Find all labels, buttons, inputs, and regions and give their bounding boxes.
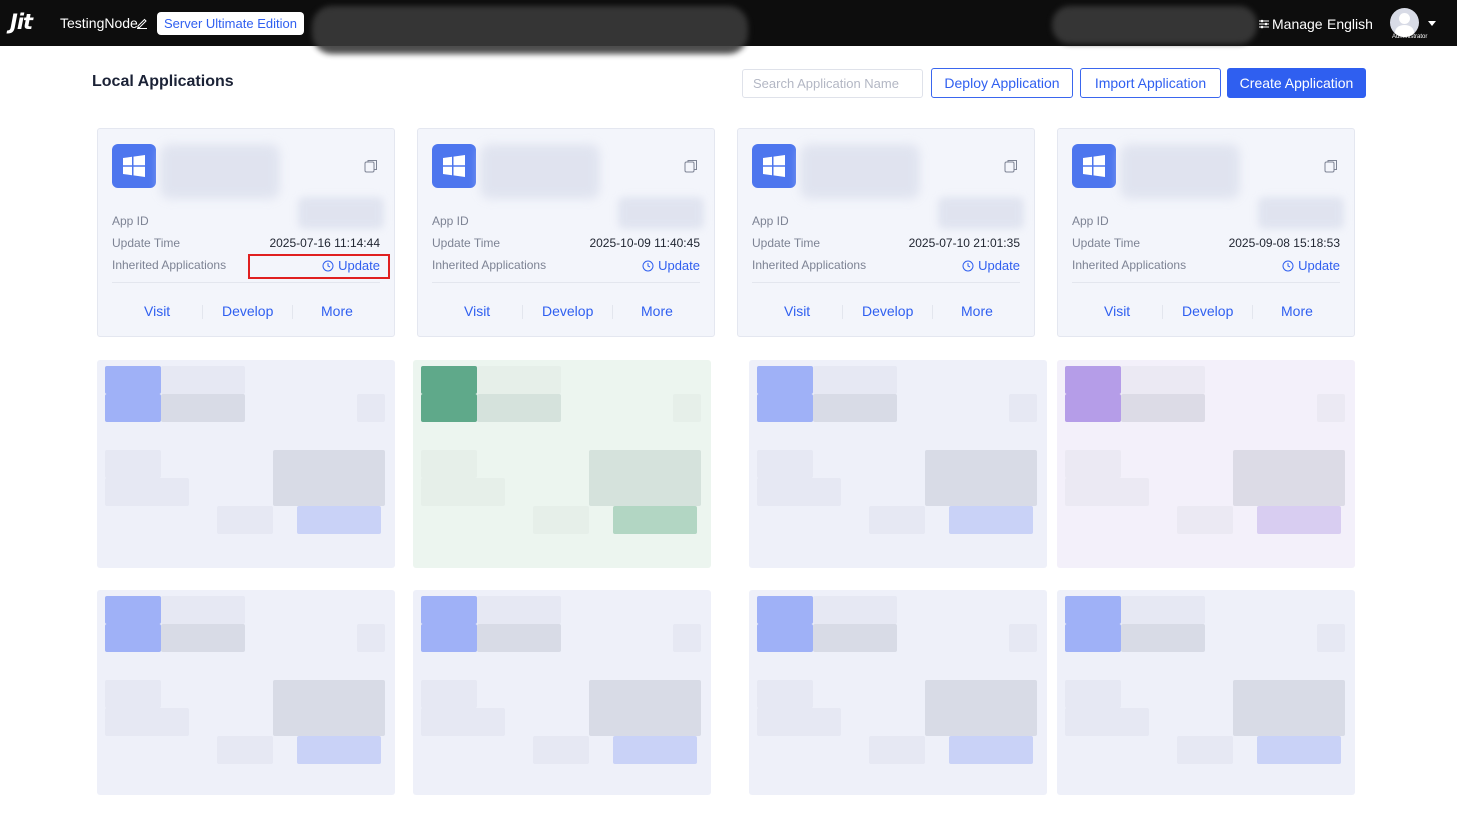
language-switch[interactable]: English <box>1327 16 1373 32</box>
redacted-app-card <box>749 590 1047 795</box>
update-time-value: 2025-09-08 15:18:53 <box>1228 236 1340 250</box>
update-time-label: Update Time <box>112 236 181 250</box>
app-id-label: App ID <box>752 214 789 228</box>
edit-icon[interactable] <box>136 16 148 29</box>
redacted-app-name <box>480 144 600 199</box>
search-input[interactable] <box>742 69 923 98</box>
import-application-button[interactable]: Import Application <box>1080 68 1221 98</box>
windows-icon <box>1072 144 1116 188</box>
inherited-applications-label: Inherited Applications <box>1072 258 1187 272</box>
redacted-app-id <box>1258 197 1344 229</box>
update-time-value: 2025-07-10 21:01:35 <box>908 236 1020 250</box>
clock-icon <box>642 260 654 271</box>
page-title: Local Applications <box>92 73 234 90</box>
app-card: App ID Update Time 2025-07-16 11:14:44 I… <box>97 128 395 337</box>
redacted-app-card <box>1057 590 1355 795</box>
redacted-app-name <box>160 144 280 199</box>
update-time-label: Update Time <box>432 236 501 250</box>
windows-icon <box>432 144 476 188</box>
jit-logo[interactable]: Jit <box>10 10 33 34</box>
clock-icon <box>1282 260 1294 271</box>
copy-icon[interactable] <box>1324 159 1338 173</box>
divider <box>1162 305 1163 319</box>
copy-icon[interactable] <box>1004 159 1018 173</box>
more-button[interactable]: More <box>321 303 353 319</box>
app-card: App ID Update Time 2025-09-08 15:18:53 I… <box>1057 128 1355 337</box>
develop-button[interactable]: Develop <box>542 303 593 319</box>
divider <box>612 305 613 319</box>
visit-button[interactable]: Visit <box>144 303 170 319</box>
top-navigation-bar: Jit TestingNode Server Ultimate Edition … <box>0 0 1457 54</box>
redacted-app-card <box>413 360 711 568</box>
update-link[interactable]: Update <box>642 258 700 273</box>
app-card: App ID Update Time 2025-07-10 21:01:35 I… <box>737 128 1035 337</box>
redacted-app-card <box>97 590 395 795</box>
redacted-app-name <box>800 144 920 199</box>
inherited-applications-label: Inherited Applications <box>432 258 547 272</box>
divider <box>1072 282 1340 283</box>
windows-icon <box>112 144 156 188</box>
create-application-button[interactable]: Create Application <box>1227 68 1366 98</box>
develop-button[interactable]: Develop <box>1182 303 1233 319</box>
visit-button[interactable]: Visit <box>1104 303 1130 319</box>
redacted-app-card <box>749 360 1047 568</box>
settings-sliders-icon <box>1259 19 1269 29</box>
redacted-app-card <box>1057 360 1355 568</box>
copy-icon[interactable] <box>364 159 378 173</box>
divider <box>522 305 523 319</box>
visit-button[interactable]: Visit <box>784 303 810 319</box>
deploy-application-button[interactable]: Deploy Application <box>931 68 1073 98</box>
redacted-app-id <box>938 197 1024 229</box>
highlight-box <box>248 254 390 279</box>
windows-icon <box>752 144 796 188</box>
redacted-app-card <box>97 360 395 568</box>
chevron-down-icon[interactable] <box>1428 21 1436 26</box>
redacted-app-card <box>413 590 711 795</box>
avatar[interactable] <box>1390 8 1419 37</box>
develop-button[interactable]: Develop <box>222 303 273 319</box>
more-button[interactable]: More <box>1281 303 1313 319</box>
redacted-app-id <box>618 197 704 229</box>
update-time-value: 2025-07-16 11:14:44 <box>269 236 380 250</box>
node-name: TestingNode <box>60 15 138 31</box>
avatar-caption: Administrator <box>1392 34 1428 40</box>
update-time-value: 2025-10-09 11:40:45 <box>589 236 700 250</box>
divider <box>932 305 933 319</box>
copy-icon[interactable] <box>684 159 698 173</box>
update-time-label: Update Time <box>1072 236 1141 250</box>
redacted-app-name <box>1120 144 1240 199</box>
update-time-label: Update Time <box>752 236 821 250</box>
divider <box>432 282 700 283</box>
redacted-area <box>312 6 748 54</box>
redacted-area <box>1052 6 1257 44</box>
manage-menu[interactable]: Manage <box>1258 16 1323 32</box>
more-button[interactable]: More <box>961 303 993 319</box>
divider <box>202 305 203 319</box>
divider <box>292 305 293 319</box>
app-id-label: App ID <box>432 214 469 228</box>
visit-button[interactable]: Visit <box>464 303 490 319</box>
manage-label: Manage <box>1272 16 1323 32</box>
inherited-applications-label: Inherited Applications <box>752 258 867 272</box>
more-button[interactable]: More <box>641 303 673 319</box>
divider <box>842 305 843 319</box>
divider <box>1252 305 1253 319</box>
redacted-app-id <box>298 197 384 229</box>
app-id-label: App ID <box>112 214 149 228</box>
divider <box>752 282 1020 283</box>
divider <box>112 282 380 283</box>
update-link[interactable]: Update <box>1282 258 1340 273</box>
update-link[interactable]: Update <box>962 258 1020 273</box>
app-card: App ID Update Time 2025-10-09 11:40:45 I… <box>417 128 715 337</box>
clock-icon <box>962 260 974 271</box>
inherited-applications-label: Inherited Applications <box>112 258 227 272</box>
edition-badge: Server Ultimate Edition <box>157 12 304 35</box>
develop-button[interactable]: Develop <box>862 303 913 319</box>
app-id-label: App ID <box>1072 214 1109 228</box>
